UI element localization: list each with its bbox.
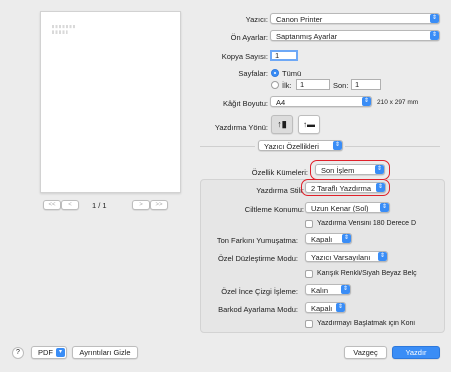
chevron-down-icon: ▾ <box>56 348 65 357</box>
feature-sets-label: Özellik Kümeleri: <box>251 168 308 177</box>
pages-label: Sayfalar: <box>238 69 268 78</box>
chevron-updown-icon: ⇕ <box>430 14 439 23</box>
special-smoothing-label: Özel Düzleştirme Modu: <box>217 254 298 263</box>
next-page-button[interactable]: > <box>132 200 150 210</box>
section-select[interactable]: Yazıcı Özellikleri ⇕ <box>258 140 343 151</box>
chevron-updown-icon: ⇕ <box>342 234 351 243</box>
preview-page <box>40 11 181 193</box>
preview-page-marks <box>52 25 76 34</box>
pages-to-input[interactable]: 1 <box>351 79 381 90</box>
landscape-orientation-icon: ↑▬ <box>303 120 315 129</box>
mixed-color-checkbox[interactable] <box>305 270 313 278</box>
chevron-updown-icon: ⇕ <box>341 285 350 294</box>
pages-from-label: İlk: <box>282 81 292 90</box>
rotate-180-label: Yazdırma Verisini 180 Derece D <box>317 220 417 227</box>
pages-to-label: Son: <box>333 81 349 90</box>
pages-range-radio[interactable] <box>271 81 279 89</box>
chevron-updown-icon: ⇕ <box>333 141 342 150</box>
first-page-button[interactable]: << <box>43 200 61 210</box>
chevron-updown-icon: ⇕ <box>378 252 387 261</box>
hide-details-button[interactable]: Ayrıntıları Gizle <box>72 346 138 359</box>
chevron-updown-icon: ⇕ <box>362 97 371 106</box>
printer-label: Yazıcı: <box>245 15 268 24</box>
print-style-select[interactable]: 2 Taraflı Yazdırma ⇕ <box>305 182 386 193</box>
help-button[interactable]: ? <box>12 347 24 359</box>
portrait-button[interactable]: ↑▮ <box>271 115 293 134</box>
print-style-label: Yazdırma Stili: <box>256 186 304 195</box>
paper-size-select[interactable]: A4 ⇕ <box>270 96 372 107</box>
landscape-button[interactable]: ↑▬ <box>298 115 320 134</box>
pdf-menu-button[interactable]: PDF ▾ <box>31 346 67 359</box>
start-print-checkbox[interactable] <box>305 320 313 328</box>
chevron-updown-icon: ⇕ <box>430 31 439 40</box>
pages-all-label: Tümü <box>282 69 302 78</box>
orientation-label: Yazdırma Yönü: <box>214 123 268 132</box>
thin-line-select[interactable]: Kalın ⇕ <box>305 284 351 295</box>
printer-select[interactable]: Canon Printer ⇕ <box>270 13 440 24</box>
copies-label: Kopya Sayısı: <box>221 52 268 61</box>
pages-all-radio[interactable] <box>271 69 279 77</box>
binding-select[interactable]: Uzun Kenar (Sol) ⇕ <box>305 202 390 213</box>
barcode-label: Barkod Ayarlama Modu: <box>218 305 298 314</box>
start-print-label: Yazdırmayı Başlatmak için Koni <box>317 320 415 327</box>
chevron-updown-icon: ⇕ <box>336 303 345 312</box>
presets-label: Ön Ayarlar: <box>230 33 268 42</box>
page-indicator: 1 / 1 <box>92 201 107 210</box>
mixed-color-label: Karışık Renkli/Siyah Beyaz Belç <box>317 270 417 277</box>
toner-smoothing-label: Ton Farkını Yumuşatma: <box>216 236 298 245</box>
section-divider-right <box>345 146 440 147</box>
cancel-button[interactable]: Vazgeç <box>344 346 387 359</box>
special-smoothing-select[interactable]: Yazıcı Varsayılanı ⇕ <box>305 251 388 262</box>
chevron-updown-icon: ⇕ <box>380 203 389 212</box>
toner-smoothing-select[interactable]: Kapalı ⇕ <box>305 233 352 244</box>
thin-line-label: Özel İnce Çizgi İşleme: <box>221 287 298 296</box>
barcode-select[interactable]: Kapalı ⇕ <box>305 302 346 313</box>
pages-from-input[interactable]: 1 <box>296 79 330 90</box>
copies-input[interactable]: 1 <box>270 50 298 61</box>
chevron-updown-icon: ⇕ <box>375 165 384 174</box>
prev-page-button[interactable]: < <box>61 200 79 210</box>
portrait-orientation-icon: ↑▮ <box>277 119 287 129</box>
feature-sets-select[interactable]: Son İşlem ⇕ <box>315 164 385 175</box>
chevron-updown-icon: ⇕ <box>376 183 385 192</box>
section-divider-left <box>200 146 255 147</box>
paper-size-label: Kâğıt Boyutu: <box>222 99 268 108</box>
last-page-button[interactable]: >> <box>150 200 168 210</box>
print-button[interactable]: Yazdır <box>392 346 440 359</box>
paper-size-dimensions: 210 x 297 mm <box>377 99 419 106</box>
binding-label: Ciltleme Konumu: <box>244 205 304 214</box>
rotate-180-checkbox[interactable] <box>305 220 313 228</box>
presets-select[interactable]: Saptanmış Ayarlar ⇕ <box>270 30 440 41</box>
